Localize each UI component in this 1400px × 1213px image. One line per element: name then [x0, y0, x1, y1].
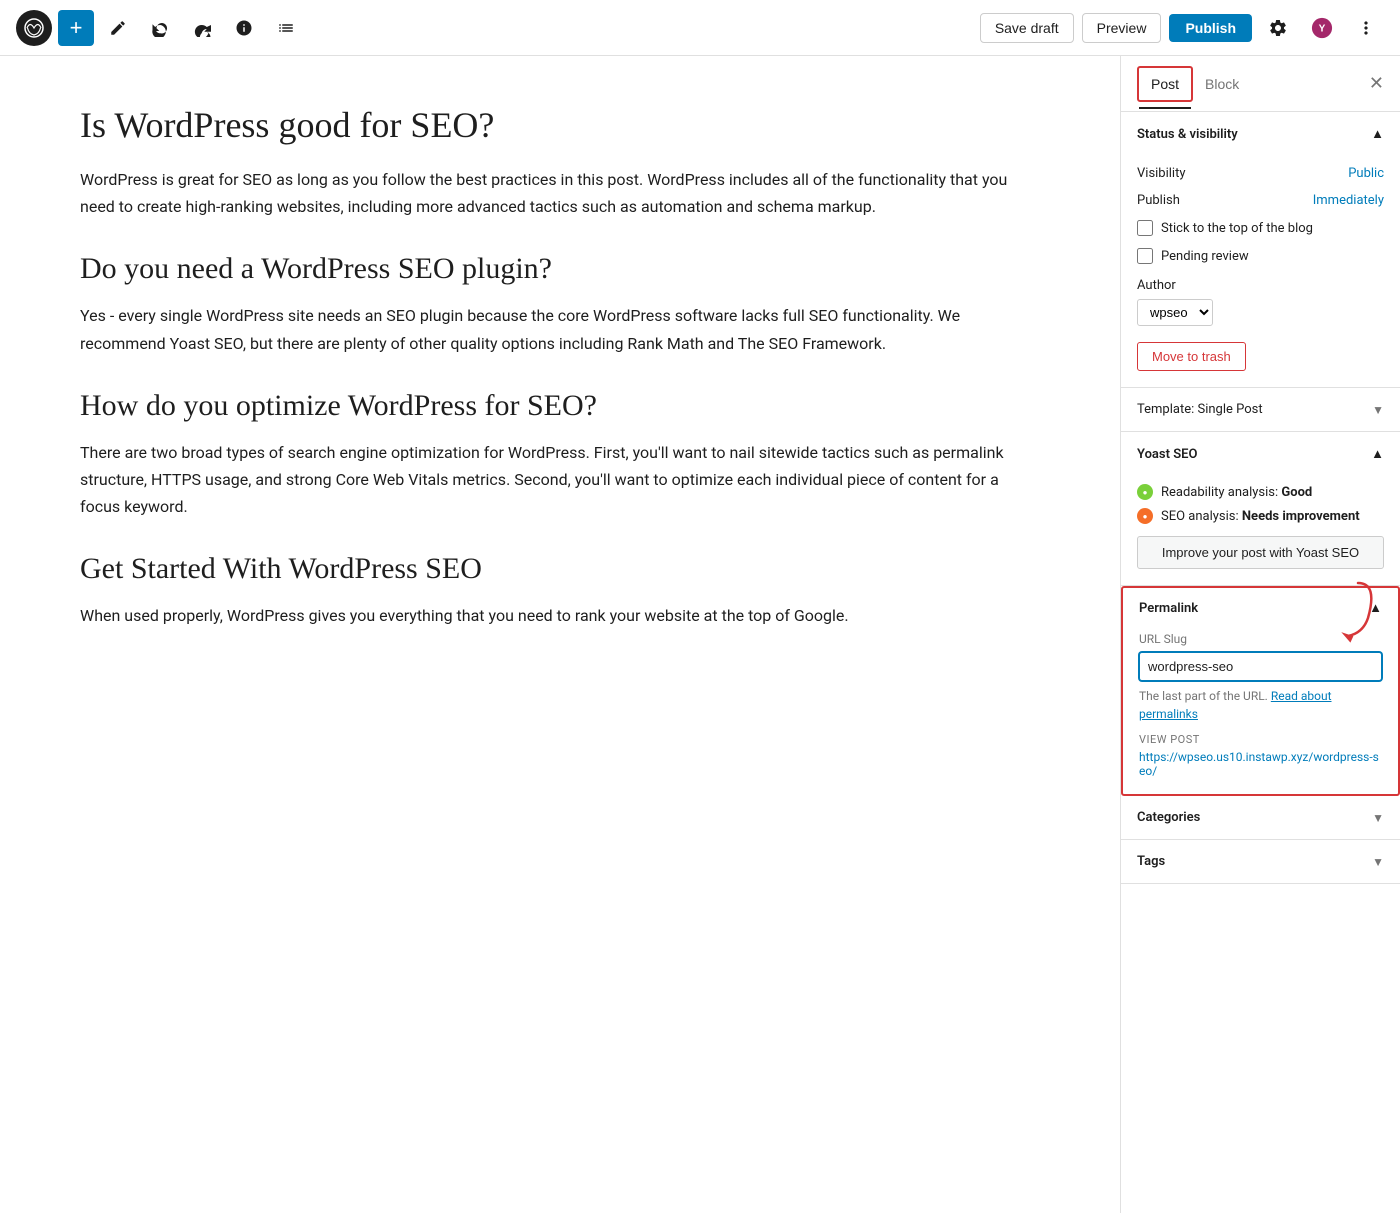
- publish-label: Publish: [1137, 193, 1180, 208]
- pending-review-label: Pending review: [1161, 249, 1249, 264]
- toolbar-left: +: [16, 10, 972, 46]
- template-label: Template: Single Post: [1137, 402, 1263, 417]
- status-visibility-header[interactable]: Status & visibility ▲: [1121, 112, 1400, 156]
- editor-area: Is WordPress good for SEO? WordPress is …: [0, 56, 1120, 1213]
- tags-label: Tags: [1137, 854, 1165, 869]
- template-section: Template: Single Post ▼: [1121, 388, 1400, 432]
- template-row[interactable]: Template: Single Post ▼: [1121, 388, 1400, 431]
- visibility-value[interactable]: Public: [1348, 166, 1384, 181]
- seo-analysis-row: SEO analysis: Needs improvement: [1137, 504, 1384, 528]
- list-view-button[interactable]: [268, 10, 304, 46]
- sidebar-close-button[interactable]: ✕: [1369, 73, 1384, 94]
- settings-button[interactable]: [1260, 10, 1296, 46]
- publish-button[interactable]: Publish: [1169, 14, 1252, 42]
- visibility-row: Visibility Public: [1137, 160, 1384, 187]
- status-visibility-section: Status & visibility ▲ Visibility Public …: [1121, 112, 1400, 388]
- edit-mode-button[interactable]: [100, 10, 136, 46]
- url-desc: The last part of the URL. Read about per…: [1139, 687, 1382, 723]
- author-section: Author wpseo: [1137, 270, 1384, 334]
- categories-label: Categories: [1137, 810, 1200, 825]
- heading-4[interactable]: Get Started With WordPress SEO: [80, 552, 1040, 586]
- url-slug-input[interactable]: [1139, 652, 1382, 681]
- seo-analysis-label: SEO analysis: Needs improvement: [1161, 509, 1360, 524]
- wordpress-logo: [16, 10, 52, 46]
- readability-dot-icon: [1137, 484, 1153, 500]
- yoast-header[interactable]: Yoast SEO ▲: [1121, 432, 1400, 476]
- paragraph-4[interactable]: When used properly, WordPress gives you …: [80, 602, 1040, 629]
- add-block-button[interactable]: +: [58, 10, 94, 46]
- yoast-heading: Yoast SEO: [1137, 447, 1197, 462]
- tags-chevron-icon: ▼: [1372, 855, 1384, 869]
- url-slug-label: URL Slug: [1139, 632, 1382, 646]
- main-layout: Is WordPress good for SEO? WordPress is …: [0, 56, 1400, 1213]
- view-post-link[interactable]: https://wpseo.us10.instawp.xyz/wordpress…: [1139, 750, 1382, 778]
- seo-analysis-dot-icon: [1137, 508, 1153, 524]
- yoast-icon-button[interactable]: Y: [1304, 10, 1340, 46]
- stick-top-row: Stick to the top of the blog: [1137, 214, 1384, 242]
- toolbar: + Save draft Preview Publish Y: [0, 0, 1400, 56]
- status-visibility-heading: Status & visibility: [1137, 127, 1238, 142]
- yoast-content: Readability analysis: Good SEO analysis:…: [1121, 476, 1400, 585]
- permalink-content: URL Slug The last part of the URL. Read …: [1123, 628, 1398, 794]
- preview-button[interactable]: Preview: [1082, 13, 1162, 43]
- paragraph-3[interactable]: There are two broad types of search engi…: [80, 439, 1040, 521]
- status-chevron-icon: ▲: [1371, 126, 1384, 142]
- sidebar-tabs: Post Block ✕: [1121, 56, 1400, 112]
- publish-row: Publish Immediately: [1137, 187, 1384, 214]
- stick-top-label: Stick to the top of the blog: [1161, 221, 1313, 236]
- visibility-label: Visibility: [1137, 166, 1186, 181]
- tab-post[interactable]: Post: [1137, 66, 1193, 102]
- undo-button[interactable]: [142, 10, 178, 46]
- save-draft-button[interactable]: Save draft: [980, 13, 1074, 43]
- svg-text:Y: Y: [1319, 23, 1326, 34]
- permalink-section: Permalink ▲ URL Slug The last part of th…: [1121, 586, 1400, 796]
- readability-row: Readability analysis: Good: [1137, 480, 1384, 504]
- permalink-chevron-icon: ▲: [1369, 600, 1382, 616]
- author-label: Author: [1137, 278, 1384, 293]
- view-post-label: VIEW POST: [1139, 733, 1382, 746]
- stick-top-checkbox[interactable]: [1137, 220, 1153, 236]
- info-button[interactable]: [226, 10, 262, 46]
- heading-3[interactable]: How do you optimize WordPress for SEO?: [80, 389, 1040, 423]
- toolbar-right: Save draft Preview Publish Y: [980, 10, 1384, 46]
- permalink-header[interactable]: Permalink ▲: [1123, 588, 1398, 628]
- more-options-button[interactable]: [1348, 10, 1384, 46]
- heading-2[interactable]: Do you need a WordPress SEO plugin?: [80, 252, 1040, 286]
- sidebar: Post Block ✕ Status & visibility ▲ Visib…: [1120, 56, 1400, 1213]
- publish-value[interactable]: Immediately: [1313, 193, 1384, 208]
- paragraph-2[interactable]: Yes - every single WordPress site needs …: [80, 302, 1040, 356]
- yoast-chevron-icon: ▲: [1371, 446, 1384, 462]
- author-select[interactable]: wpseo: [1137, 299, 1213, 326]
- categories-chevron-icon: ▼: [1372, 811, 1384, 825]
- status-visibility-content: Visibility Public Publish Immediately St…: [1121, 156, 1400, 387]
- pending-review-row: Pending review: [1137, 242, 1384, 270]
- tab-block[interactable]: Block: [1193, 68, 1251, 100]
- yoast-section: Yoast SEO ▲ Readability analysis: Good S…: [1121, 432, 1400, 586]
- move-to-trash-button[interactable]: Move to trash: [1137, 342, 1246, 371]
- heading-1[interactable]: Is WordPress good for SEO?: [80, 104, 1040, 146]
- categories-section[interactable]: Categories ▼: [1121, 796, 1400, 840]
- template-chevron-icon: ▼: [1372, 403, 1384, 417]
- readability-label: Readability analysis: Good: [1161, 485, 1312, 500]
- permalink-heading: Permalink: [1139, 601, 1198, 616]
- tags-section[interactable]: Tags ▼: [1121, 840, 1400, 884]
- improve-yoast-button[interactable]: Improve your post with Yoast SEO: [1137, 536, 1384, 569]
- paragraph-1[interactable]: WordPress is great for SEO as long as yo…: [80, 166, 1040, 220]
- pending-review-checkbox[interactable]: [1137, 248, 1153, 264]
- redo-button[interactable]: [184, 10, 220, 46]
